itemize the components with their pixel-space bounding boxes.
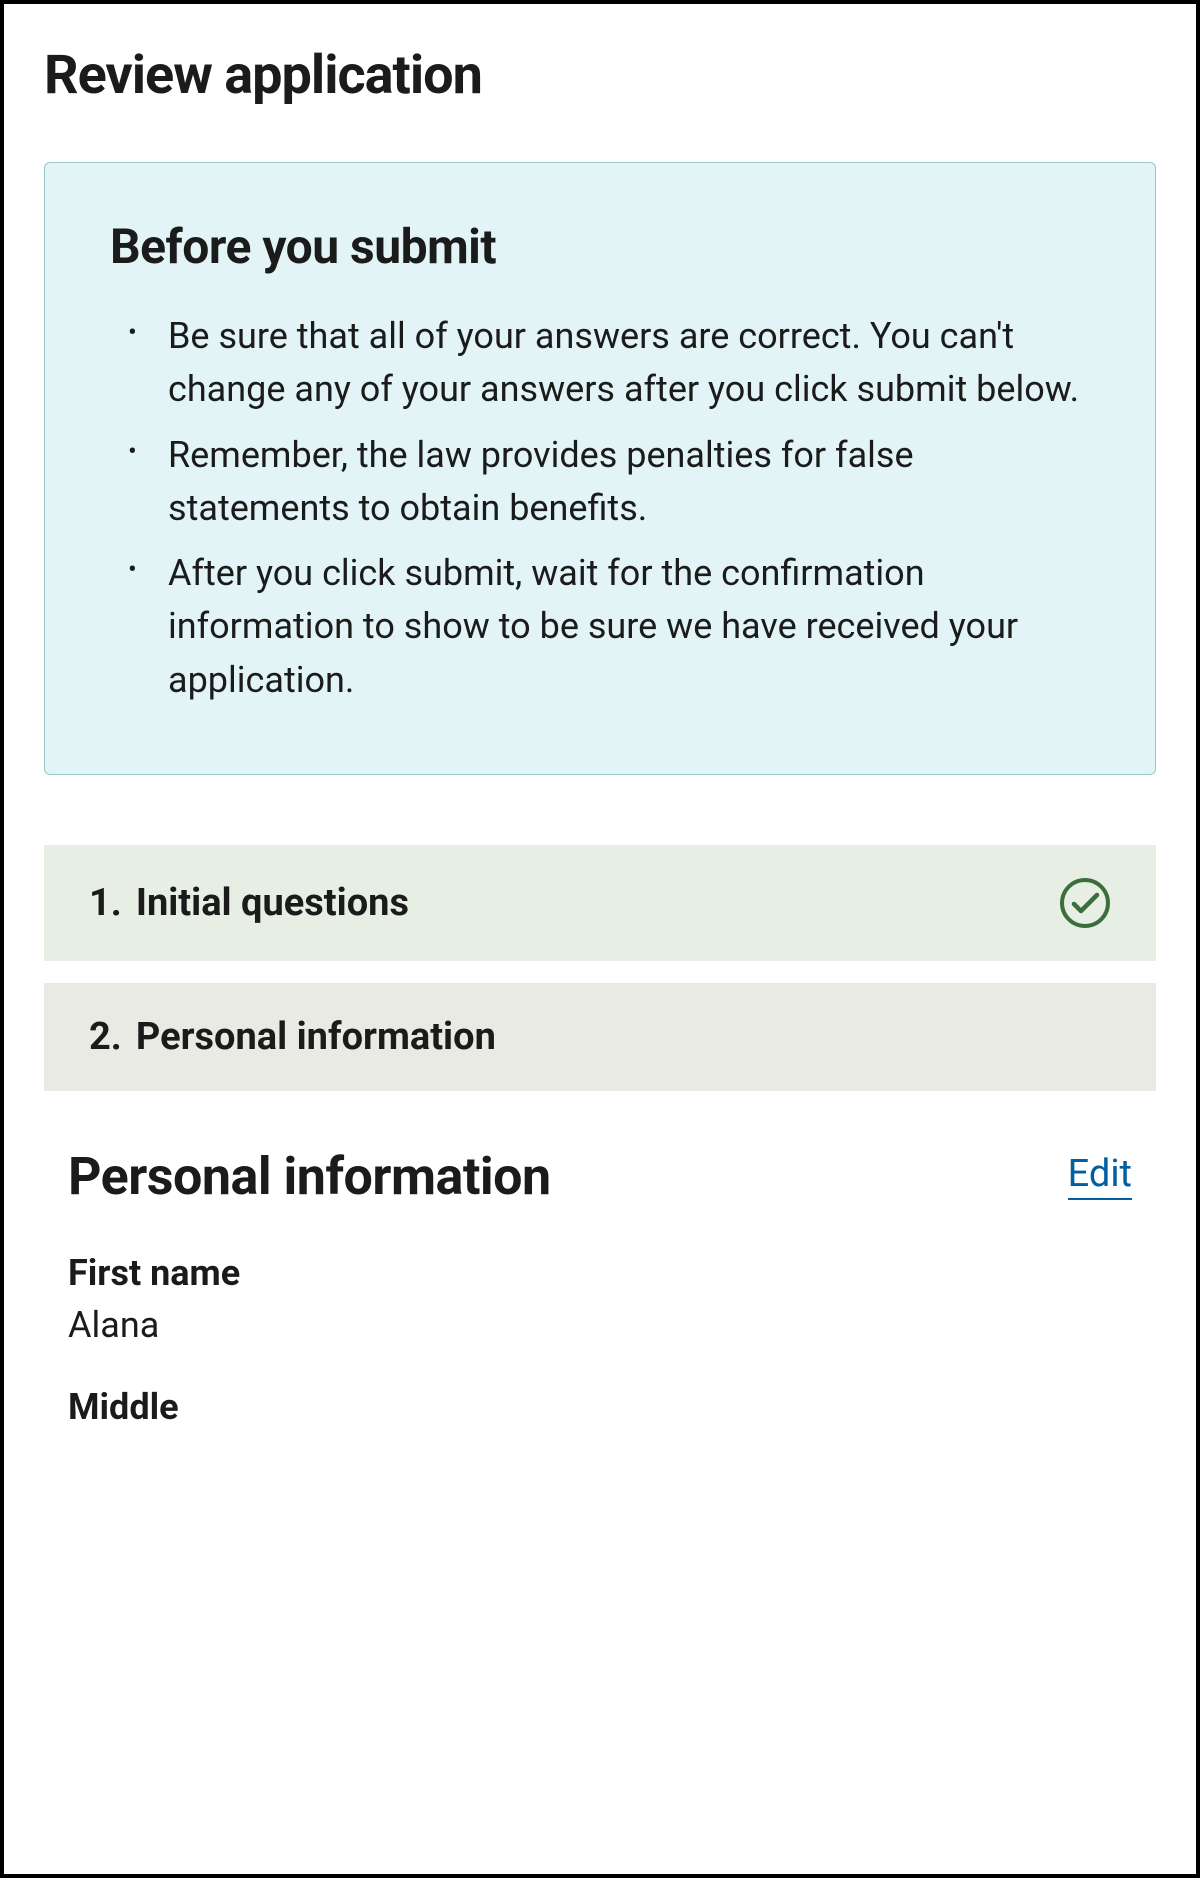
info-box-item: After you click submit, wait for the con… — [110, 547, 1095, 707]
info-box-item: Remember, the law provides penalties for… — [110, 429, 1095, 536]
field-label: First name — [68, 1252, 1132, 1294]
section-initial-questions[interactable]: 1. Initial questions — [44, 845, 1156, 961]
detail-header: Personal information Edit — [68, 1146, 1132, 1207]
section-number: 1. — [89, 881, 122, 925]
section-label: Personal information — [136, 1015, 496, 1059]
field-middle: Middle — [68, 1386, 1132, 1428]
field-first-name: First name Alana — [68, 1252, 1132, 1346]
check-circle-icon — [1059, 877, 1111, 929]
field-value: Alana — [68, 1304, 1132, 1346]
section-number: 2. — [89, 1015, 122, 1059]
info-box-list: Be sure that all of your answers are cor… — [110, 310, 1095, 707]
detail-section-personal-information: Personal information Edit First name Ala… — [44, 1146, 1156, 1428]
info-box-item: Be sure that all of your answers are cor… — [110, 310, 1095, 417]
section-personal-information[interactable]: 2. Personal information — [44, 983, 1156, 1091]
info-box-before-submit: Before you submit Be sure that all of yo… — [44, 162, 1156, 775]
section-row-text: 1. Initial questions — [89, 881, 409, 925]
info-box-title: Before you submit — [110, 218, 1095, 275]
section-label: Initial questions — [136, 881, 409, 925]
field-label: Middle — [68, 1386, 1132, 1428]
section-row-text: 2. Personal information — [89, 1015, 496, 1059]
page-title: Review application — [44, 44, 1156, 107]
detail-title: Personal information — [68, 1146, 551, 1207]
edit-link[interactable]: Edit — [1068, 1152, 1132, 1200]
